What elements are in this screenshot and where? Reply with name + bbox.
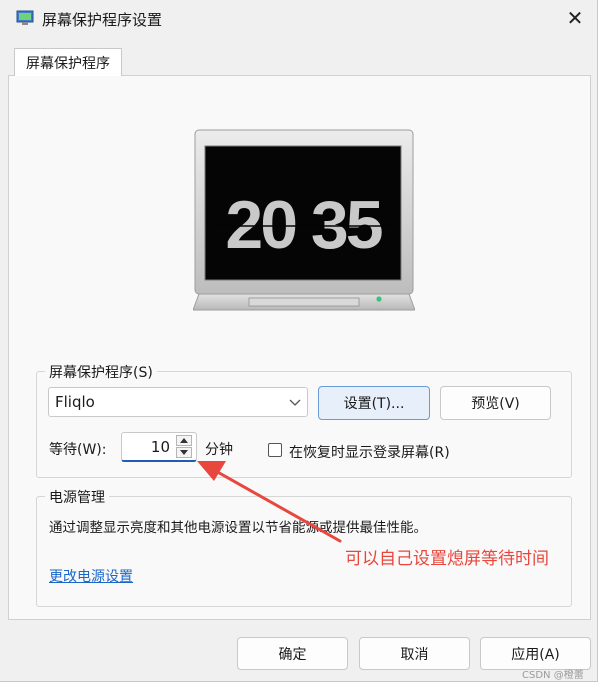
- settings-button[interactable]: 设置(T)...: [318, 386, 430, 420]
- stepper-up-button[interactable]: [176, 435, 192, 446]
- close-icon: ✕: [566, 6, 584, 30]
- ok-button[interactable]: 确定: [237, 637, 348, 670]
- screensaver-settings-dialog: 屏幕保护程序设置 ✕ 屏幕保护程序 20 35 屏幕保护程序(S) Fliqlo…: [0, 0, 598, 682]
- background-window: [598, 0, 607, 688]
- screensaver-app-icon: [16, 10, 34, 25]
- chevron-down-icon: [289, 399, 301, 406]
- power-led: [376, 296, 382, 302]
- wait-minutes-value: 10: [150, 438, 170, 456]
- change-power-settings-link[interactable]: 更改电源设置: [49, 566, 133, 586]
- title-bar: 屏幕保护程序设置 ✕: [0, 0, 598, 36]
- monitor-preview: 20 35: [193, 129, 415, 311]
- close-button[interactable]: ✕: [558, 4, 592, 32]
- tab-screensaver[interactable]: 屏幕保护程序: [14, 48, 122, 76]
- screensaver-group-label: 屏幕保护程序(S): [45, 362, 157, 382]
- background-window-bottom: [0, 682, 607, 688]
- watermark: CSDN @橙蕾: [522, 670, 584, 681]
- screensaver-select[interactable]: Fliqlo: [48, 387, 308, 417]
- resume-login-label[interactable]: 在恢复时显示登录屏幕(R): [289, 442, 450, 462]
- cancel-button[interactable]: 取消: [359, 637, 470, 670]
- window-title: 屏幕保护程序设置: [42, 11, 163, 29]
- preview-button[interactable]: 预览(V): [440, 386, 551, 420]
- wait-label: 等待(W):: [49, 442, 107, 458]
- triangle-up-icon: [180, 438, 188, 443]
- power-description: 通过调整显示亮度和其他电源设置以节省能源或提供最佳性能。: [49, 520, 427, 536]
- clock-time: 20 35: [225, 187, 381, 263]
- power-group-label: 电源管理: [45, 487, 109, 507]
- annotation-text: 可以自己设置熄屏等待时间: [345, 549, 549, 569]
- screensaver-select-value: Fliqlo: [55, 393, 95, 411]
- wait-minutes-stepper[interactable]: 10: [121, 432, 197, 462]
- stepper-down-button[interactable]: [176, 447, 192, 458]
- wait-unit: 分钟: [205, 442, 233, 458]
- triangle-down-icon: [180, 450, 188, 455]
- resume-login-checkbox[interactable]: [268, 443, 282, 457]
